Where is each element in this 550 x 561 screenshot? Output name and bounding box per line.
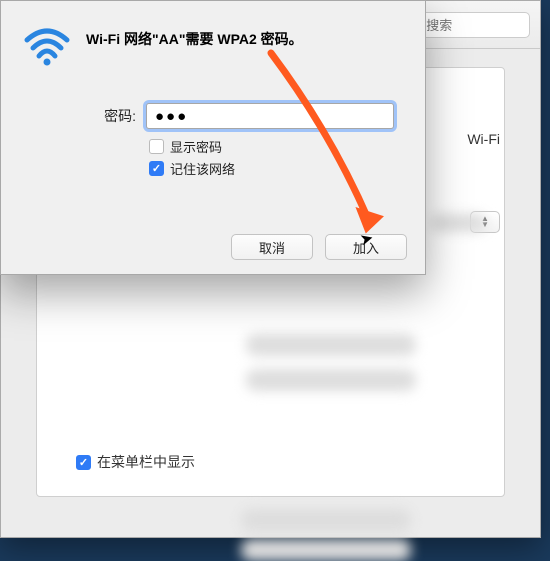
blur-artifact [241,509,411,531]
blur-artifact [246,369,416,391]
search-input[interactable] [426,18,521,33]
show-in-menubar-label: 在菜单栏中显示 [97,452,195,472]
cancel-button[interactable]: 取消 [231,234,313,260]
show-password-row: 显示密码 [149,137,222,156]
show-in-menubar-row: 在菜单栏中显示 [76,452,195,472]
password-label: 密码: [86,106,136,126]
show-in-menubar-checkbox[interactable] [76,455,91,470]
wifi-icon [23,26,71,66]
blur-artifact [246,334,416,356]
password-row: 密码: [86,103,394,129]
remember-network-checkbox[interactable] [149,161,164,176]
annotation-arrow [251,43,411,253]
dialog-buttons: 取消 加入 [231,234,407,260]
blur-artifact [241,539,411,561]
dialog-content: Wi-Fi 网络"AA"需要 WPA2 密码。 密码: 显示密码 记住该网络 取… [1,1,425,274]
show-password-label: 显示密码 [170,137,222,156]
remember-network-label: 记住该网络 [170,159,235,178]
show-password-checkbox[interactable] [149,139,164,154]
remember-network-row: 记住该网络 [149,159,235,178]
wifi-label: Wi-Fi [467,131,500,147]
wifi-password-dialog: Wi-Fi 网络"AA"需要 WPA2 密码。 密码: 显示密码 记住该网络 取… [0,0,426,275]
password-input[interactable] [146,103,394,129]
blur-artifact [431,214,486,232]
dialog-message: Wi-Fi 网络"AA"需要 WPA2 密码。 [86,29,403,49]
